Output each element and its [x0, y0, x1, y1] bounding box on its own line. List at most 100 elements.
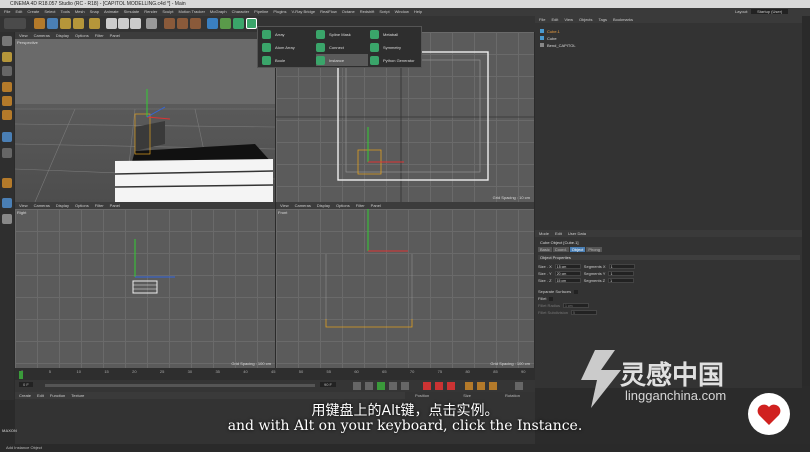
go-to-end-icon[interactable]	[401, 382, 409, 390]
menu-item-animate[interactable]: Animate	[104, 8, 119, 16]
menu-item-realflow[interactable]: RealFlow	[320, 8, 337, 16]
menu-item-file[interactable]: File	[4, 8, 10, 16]
am-menu-edit[interactable]: Edit	[555, 230, 562, 237]
segments-y-field[interactable]: 1	[608, 271, 635, 276]
menu-options[interactable]: Options	[75, 202, 89, 209]
scale-icon[interactable]	[60, 18, 71, 29]
menu-item-create[interactable]: Create	[27, 8, 39, 16]
menu-item-render[interactable]: Render	[144, 8, 157, 16]
size-x-field[interactable]: 15 cm	[554, 264, 581, 269]
size-z-field[interactable]: 15 cm	[554, 278, 581, 283]
tab-basic[interactable]: Basic	[538, 247, 552, 252]
menu-item-simulate[interactable]: Simulate	[124, 8, 140, 16]
z-axis-icon[interactable]	[130, 18, 141, 29]
menu-options[interactable]: Options	[75, 32, 89, 39]
viewport-front[interactable]: View Cameras Display Options Filter Pane…	[276, 202, 534, 368]
menu-item-select[interactable]: Select	[44, 8, 55, 16]
undo-icon[interactable]	[4, 18, 26, 29]
tweak-mode-icon[interactable]	[2, 148, 12, 158]
make-editable-icon[interactable]	[2, 36, 12, 46]
y-axis-icon[interactable]	[118, 18, 129, 29]
prev-key-icon[interactable]	[365, 382, 373, 390]
menu-item-script[interactable]: Script	[379, 8, 389, 16]
menu-cameras[interactable]: Cameras	[295, 202, 311, 209]
am-menu-user-data[interactable]: User Data	[568, 230, 586, 237]
fillet-radius-field[interactable]: 1 cm	[563, 303, 590, 308]
snap-icon[interactable]	[2, 178, 12, 188]
recent-tools-icon[interactable]	[89, 18, 100, 29]
front-canvas[interactable]: Front Grid Spacing : 100 cm	[276, 209, 534, 368]
om-menu-tags[interactable]: Tags	[599, 16, 607, 23]
segments-x-field[interactable]: 1	[608, 264, 635, 269]
render-settings-icon[interactable]	[190, 18, 201, 29]
polygons-mode-icon[interactable]	[2, 110, 12, 120]
points-mode-icon[interactable]	[2, 82, 12, 92]
fillet-subdivision-field[interactable]: 5	[571, 310, 598, 315]
mat-menu-function[interactable]: Function	[50, 392, 65, 399]
menu-item-help[interactable]: Help	[414, 8, 422, 16]
pen-spline-icon[interactable]	[220, 18, 231, 29]
move-icon[interactable]	[47, 18, 58, 29]
record-icon[interactable]	[423, 382, 431, 390]
autokey-icon[interactable]	[435, 382, 443, 390]
menu-cameras[interactable]: Cameras	[34, 32, 50, 39]
dropdown-item-atom-array[interactable]: Atom Array	[262, 41, 314, 53]
om-menu-objects[interactable]: Objects	[579, 16, 593, 23]
mat-menu-create[interactable]: Create	[19, 392, 31, 399]
edges-mode-icon[interactable]	[2, 96, 12, 106]
menu-item-pipeline[interactable]: Pipeline	[254, 8, 268, 16]
keyframe-selection-icon[interactable]	[447, 382, 455, 390]
menu-panel[interactable]: Panel	[110, 202, 120, 209]
menu-item-octane[interactable]: Octane	[342, 8, 355, 16]
mat-menu-edit[interactable]: Edit	[37, 392, 44, 399]
separate-surfaces-checkbox[interactable]	[574, 289, 579, 294]
menu-item-mesh[interactable]: Mesh	[75, 8, 85, 16]
menu-item-window[interactable]: Window	[395, 8, 409, 16]
dropdown-item-symmetry[interactable]: Symmetry	[370, 41, 422, 53]
menu-panel[interactable]: Panel	[371, 202, 381, 209]
om-menu-view[interactable]: View	[564, 16, 573, 23]
tab-object[interactable]: Object	[569, 247, 586, 252]
next-key-icon[interactable]	[389, 382, 397, 390]
timeline-menu-icon[interactable]	[515, 382, 523, 390]
end-frame-field[interactable]: 90 F	[320, 382, 337, 387]
right-canvas[interactable]: Right Grid Spacing : 100 cm	[15, 209, 275, 368]
dropdown-item-array[interactable]: Array	[262, 28, 314, 40]
dropdown-item-metaball[interactable]: Metaball	[370, 28, 422, 40]
cube-icon[interactable]	[207, 18, 218, 29]
lock-workplane-icon[interactable]	[2, 214, 12, 224]
menu-filter[interactable]: Filter	[356, 202, 365, 209]
menu-item-edit[interactable]: Edit	[15, 8, 22, 16]
viewport-right[interactable]: View Cameras Display Options Filter Pane…	[15, 202, 275, 368]
mat-menu-texture[interactable]: Texture	[71, 392, 84, 399]
model-mode-icon[interactable]	[2, 52, 12, 62]
playhead[interactable]	[19, 371, 23, 379]
viewport-perspective[interactable]: View Cameras Display Options Filter Pane…	[15, 32, 275, 202]
menu-item-tools[interactable]: Tools	[61, 8, 70, 16]
render-view-icon[interactable]	[164, 18, 175, 29]
object-row[interactable]: Cube.1	[540, 28, 560, 34]
size-y-field[interactable]: 20 cm	[554, 271, 581, 276]
array-generator-icon[interactable]	[246, 18, 257, 29]
layout-value[interactable]: Startup (User)	[751, 9, 789, 14]
live-selection-icon[interactable]	[34, 18, 45, 29]
menu-item-mograph[interactable]: MoGraph	[210, 8, 227, 16]
menu-item-v-ray-bridge[interactable]: V-Ray Bridge	[292, 8, 316, 16]
object-row[interactable]: Cube	[540, 35, 557, 41]
menu-display[interactable]: Display	[56, 32, 69, 39]
menu-view[interactable]: View	[19, 32, 28, 39]
menu-view[interactable]: View	[19, 202, 28, 209]
dropdown-item-connect[interactable]: Connect	[316, 41, 368, 53]
dropdown-item-boole[interactable]: Boole	[262, 54, 314, 66]
position-key-icon[interactable]	[465, 382, 473, 390]
frame-slider[interactable]	[45, 384, 315, 387]
render-picture-viewer-icon[interactable]	[177, 18, 188, 29]
separate-surfaces-row[interactable]: Separate Surfaces	[538, 288, 579, 295]
menu-filter[interactable]: Filter	[95, 202, 104, 209]
om-menu-edit[interactable]: Edit	[551, 16, 558, 23]
om-menu-file[interactable]: File	[539, 16, 545, 23]
scale-key-icon[interactable]	[477, 382, 485, 390]
dropdown-item-python-generator[interactable]: Python Generator	[370, 54, 422, 66]
dropdown-item-spline-mask[interactable]: Spline Mask	[316, 28, 368, 40]
am-menu-mode[interactable]: Mode	[539, 230, 549, 237]
